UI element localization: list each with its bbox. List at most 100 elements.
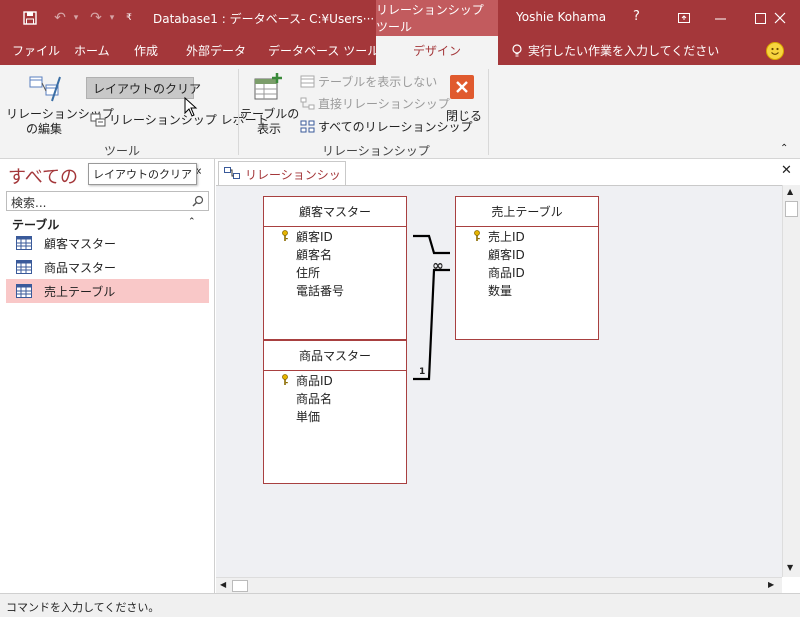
horizontal-scroll-thumb[interactable] xyxy=(232,580,248,592)
table-icon xyxy=(16,260,32,274)
tab-create[interactable]: 作成 xyxy=(134,36,158,65)
tab-relationships[interactable]: リレーションシップ xyxy=(218,161,346,199)
group-separator xyxy=(488,69,489,155)
close-document-icon[interactable]: ✕ xyxy=(781,163,792,178)
field-row[interactable]: 電話番号 xyxy=(264,281,406,299)
primary-key-icon xyxy=(282,374,288,385)
status-bar: コマンドを入力してください。 xyxy=(0,593,800,617)
ribbon: リレーションシップ の編集 レイアウトのクリア リレーションシップ レポート ツ… xyxy=(0,65,800,185)
table-icon xyxy=(16,236,32,250)
close-relationships-button[interactable]: 閉じる xyxy=(446,107,482,124)
redo-dropdown-icon[interactable]: ▾ xyxy=(106,0,118,36)
tab-home[interactable]: ホーム xyxy=(74,36,110,65)
edit-relationships-label-2: の編集 xyxy=(25,122,62,136)
nav-item-label: 売上テーブル xyxy=(44,284,116,299)
direct-relationships-icon xyxy=(300,97,315,110)
field-label: 単価 xyxy=(296,409,321,424)
nav-item-label: 商品マスター xyxy=(44,260,117,275)
show-table-label-2: 表示 xyxy=(256,122,281,136)
contextual-tools-label: リレーションシップ ツール xyxy=(376,0,498,36)
help-button[interactable]: ? xyxy=(633,9,640,24)
direct-relationships-button[interactable]: 直接リレーションシップ xyxy=(300,95,450,112)
edit-relationships-button[interactable]: リレーションシップ の編集 xyxy=(6,107,114,137)
ribbon-display-options-icon[interactable] xyxy=(664,0,704,36)
hide-table-button[interactable]: テーブルを表示しない xyxy=(300,73,437,90)
tell-me-box[interactable]: 実行したい作業を入力してください xyxy=(510,36,719,65)
show-table-button[interactable]: テーブルの 表示 xyxy=(240,107,300,137)
table-title: 顧客マスター xyxy=(264,197,406,227)
field-row[interactable]: 顧客ID xyxy=(456,245,598,263)
table-icon xyxy=(16,284,32,298)
navigation-pane: すべての ▾ « 検索... テーブル ⌃ 顧客マスター 商品マスター 売上テー… xyxy=(0,159,215,593)
field-row[interactable]: 売上ID xyxy=(456,227,598,245)
field-label: 顧客名 xyxy=(296,247,333,262)
field-label: 商品名 xyxy=(296,391,333,406)
redo-icon[interactable]: ↷ xyxy=(86,0,106,36)
tab-external-data[interactable]: 外部データ xyxy=(186,36,246,65)
vertical-scrollbar[interactable]: ▲ ▼ xyxy=(782,185,800,577)
ribbon-tabs: ファイル ホーム 作成 外部データ データベース ツール デザイン 実行したい作… xyxy=(0,36,800,65)
field-row[interactable]: 数量 xyxy=(456,281,598,299)
field-row[interactable]: 商品名 xyxy=(264,389,406,407)
table-title: 売上テーブル xyxy=(456,197,598,227)
clear-layout-button[interactable]: レイアウトのクリア xyxy=(86,77,201,99)
nav-item-table[interactable]: 顧客マスター xyxy=(6,231,209,255)
undo-icon[interactable]: ↶ xyxy=(50,0,70,36)
horizontal-scrollbar[interactable]: ◀ ▶ xyxy=(216,577,782,593)
title-bar: ↶ ▾ ↷ ▾ ₹ Database1 : データベース- C:¥Users··… xyxy=(0,0,800,36)
field-row[interactable]: 顧客ID xyxy=(264,227,406,245)
table-box-sales[interactable]: 売上テーブル 売上ID 顧客ID 商品ID 数量 xyxy=(455,196,599,340)
nav-pane-header[interactable]: すべての xyxy=(8,163,78,189)
collapse-category-icon[interactable]: ⌃ xyxy=(188,217,196,227)
table-box-products[interactable]: 商品マスター 商品ID 商品名 単価 xyxy=(263,340,407,484)
user-name[interactable]: Yoshie Kohama xyxy=(516,10,606,24)
field-row[interactable]: 商品ID xyxy=(456,263,598,281)
relationship-report-icon xyxy=(90,113,106,126)
table-title: 商品マスター xyxy=(264,341,406,371)
hide-table-label: テーブルを表示しない xyxy=(318,75,438,89)
table-box-customers[interactable]: 顧客マスター 顧客ID 顧客名 住所 電話番号 xyxy=(263,196,407,340)
field-row[interactable]: 単価 xyxy=(264,407,406,425)
feedback-smiley-icon[interactable] xyxy=(766,42,784,60)
vertical-scroll-thumb[interactable] xyxy=(785,201,798,217)
search-icon xyxy=(192,195,204,207)
scroll-right-icon[interactable]: ▶ xyxy=(768,580,774,589)
close-relationships-icon[interactable] xyxy=(450,75,474,99)
tab-file[interactable]: ファイル xyxy=(12,36,60,65)
field-row[interactable]: 住所 xyxy=(264,263,406,281)
minimize-icon[interactable] xyxy=(700,0,740,36)
relationships-canvas[interactable]: ∞ 1 顧客マスター 顧客ID 顧客名 住所 電話番号 売上テーブル 売上ID … xyxy=(216,185,782,577)
nav-search-input[interactable]: 検索... xyxy=(6,191,209,211)
field-label: 顧客ID xyxy=(296,229,333,244)
field-label: 数量 xyxy=(488,283,513,298)
collapse-ribbon-icon[interactable]: ⌃ xyxy=(780,143,788,154)
nav-item-table-selected[interactable]: 売上テーブル xyxy=(6,279,209,303)
nav-search-placeholder: 検索... xyxy=(11,196,47,210)
field-label: 商品ID xyxy=(488,265,525,280)
field-label: 商品ID xyxy=(296,373,333,388)
field-row[interactable]: 顧客名 xyxy=(264,245,406,263)
relationships-tab-icon xyxy=(224,167,240,179)
show-table-label-1: テーブルの xyxy=(240,107,300,121)
tab-database-tools[interactable]: データベース ツール xyxy=(268,36,379,65)
scroll-up-icon[interactable]: ▲ xyxy=(787,187,793,196)
edit-relationships-label-1: リレーションシップ xyxy=(6,107,114,121)
field-label: 電話番号 xyxy=(296,283,345,298)
tools-group-label: ツール xyxy=(104,144,141,158)
field-row[interactable]: 商品ID xyxy=(264,371,406,389)
status-text: コマンドを入力してください。 xyxy=(6,601,160,614)
close-window-icon[interactable] xyxy=(760,0,800,36)
customize-quick-access-icon[interactable]: ₹ xyxy=(122,0,136,36)
scroll-left-icon[interactable]: ◀ xyxy=(220,580,226,589)
edit-relationships-icon[interactable] xyxy=(28,73,62,106)
undo-dropdown-icon[interactable]: ▾ xyxy=(70,0,82,36)
show-table-icon[interactable] xyxy=(253,71,285,106)
tab-design[interactable]: デザイン xyxy=(376,36,498,65)
scroll-down-icon[interactable]: ▼ xyxy=(787,563,793,572)
field-label: 住所 xyxy=(296,265,321,280)
lightbulb-icon xyxy=(512,43,522,56)
nav-item-table[interactable]: 商品マスター xyxy=(6,255,209,279)
save-icon[interactable] xyxy=(18,0,42,36)
primary-key-icon xyxy=(282,230,288,241)
tell-me-placeholder: 実行したい作業を入力してください xyxy=(528,44,720,58)
